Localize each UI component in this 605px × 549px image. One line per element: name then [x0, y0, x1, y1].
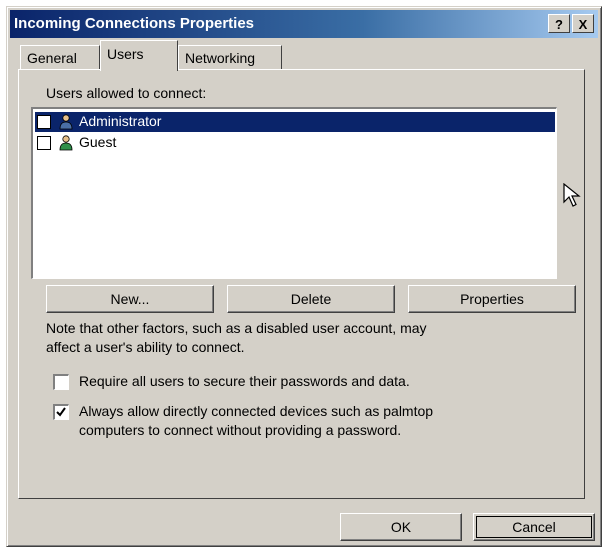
user-icon — [59, 135, 73, 151]
allow-direct-devices-label[interactable]: Always allow directly connected devices … — [79, 403, 433, 419]
users-allowed-label: Users allowed to connect: — [46, 85, 207, 101]
checkmark-icon — [56, 407, 66, 417]
allow-direct-devices-label-line2[interactable]: computers to connect without providing a… — [79, 422, 401, 438]
tab-networking[interactable]: Networking — [178, 45, 282, 69]
list-item-guest[interactable]: Guest — [35, 133, 555, 153]
note-text-line1: Note that other factors, such as a disab… — [46, 320, 427, 336]
require-secure-passwords-checkbox[interactable] — [53, 374, 69, 390]
help-button[interactable]: ? — [548, 14, 570, 33]
user-checkbox[interactable] — [37, 115, 51, 129]
user-icon — [59, 114, 73, 130]
require-secure-passwords-label[interactable]: Require all users to secure their passwo… — [79, 373, 410, 389]
allow-direct-devices-checkbox[interactable] — [53, 404, 69, 420]
list-item-administrator[interactable]: Administrator — [35, 112, 555, 132]
tab-users[interactable]: Users — [100, 40, 178, 71]
user-checkbox[interactable] — [37, 136, 51, 150]
user-name: Guest — [79, 134, 117, 150]
user-name: Administrator — [79, 113, 162, 129]
note-text-line2: affect a user's ability to connect. — [46, 339, 245, 355]
window-title: Incoming Connections Properties — [14, 15, 255, 32]
new-user-button[interactable]: New... — [46, 285, 214, 313]
user-properties-button[interactable]: Properties — [408, 285, 576, 313]
title-bar[interactable]: Incoming Connections Properties ? X — [10, 10, 598, 38]
ok-button[interactable]: OK — [340, 513, 462, 541]
mouse-pointer-icon — [563, 183, 581, 207]
close-button[interactable]: X — [572, 14, 594, 33]
cancel-button[interactable]: Cancel — [473, 513, 595, 541]
tab-general[interactable]: General — [20, 45, 100, 69]
users-listbox[interactable]: Administrator Guest — [31, 107, 557, 279]
delete-user-button[interactable]: Delete — [227, 285, 395, 313]
